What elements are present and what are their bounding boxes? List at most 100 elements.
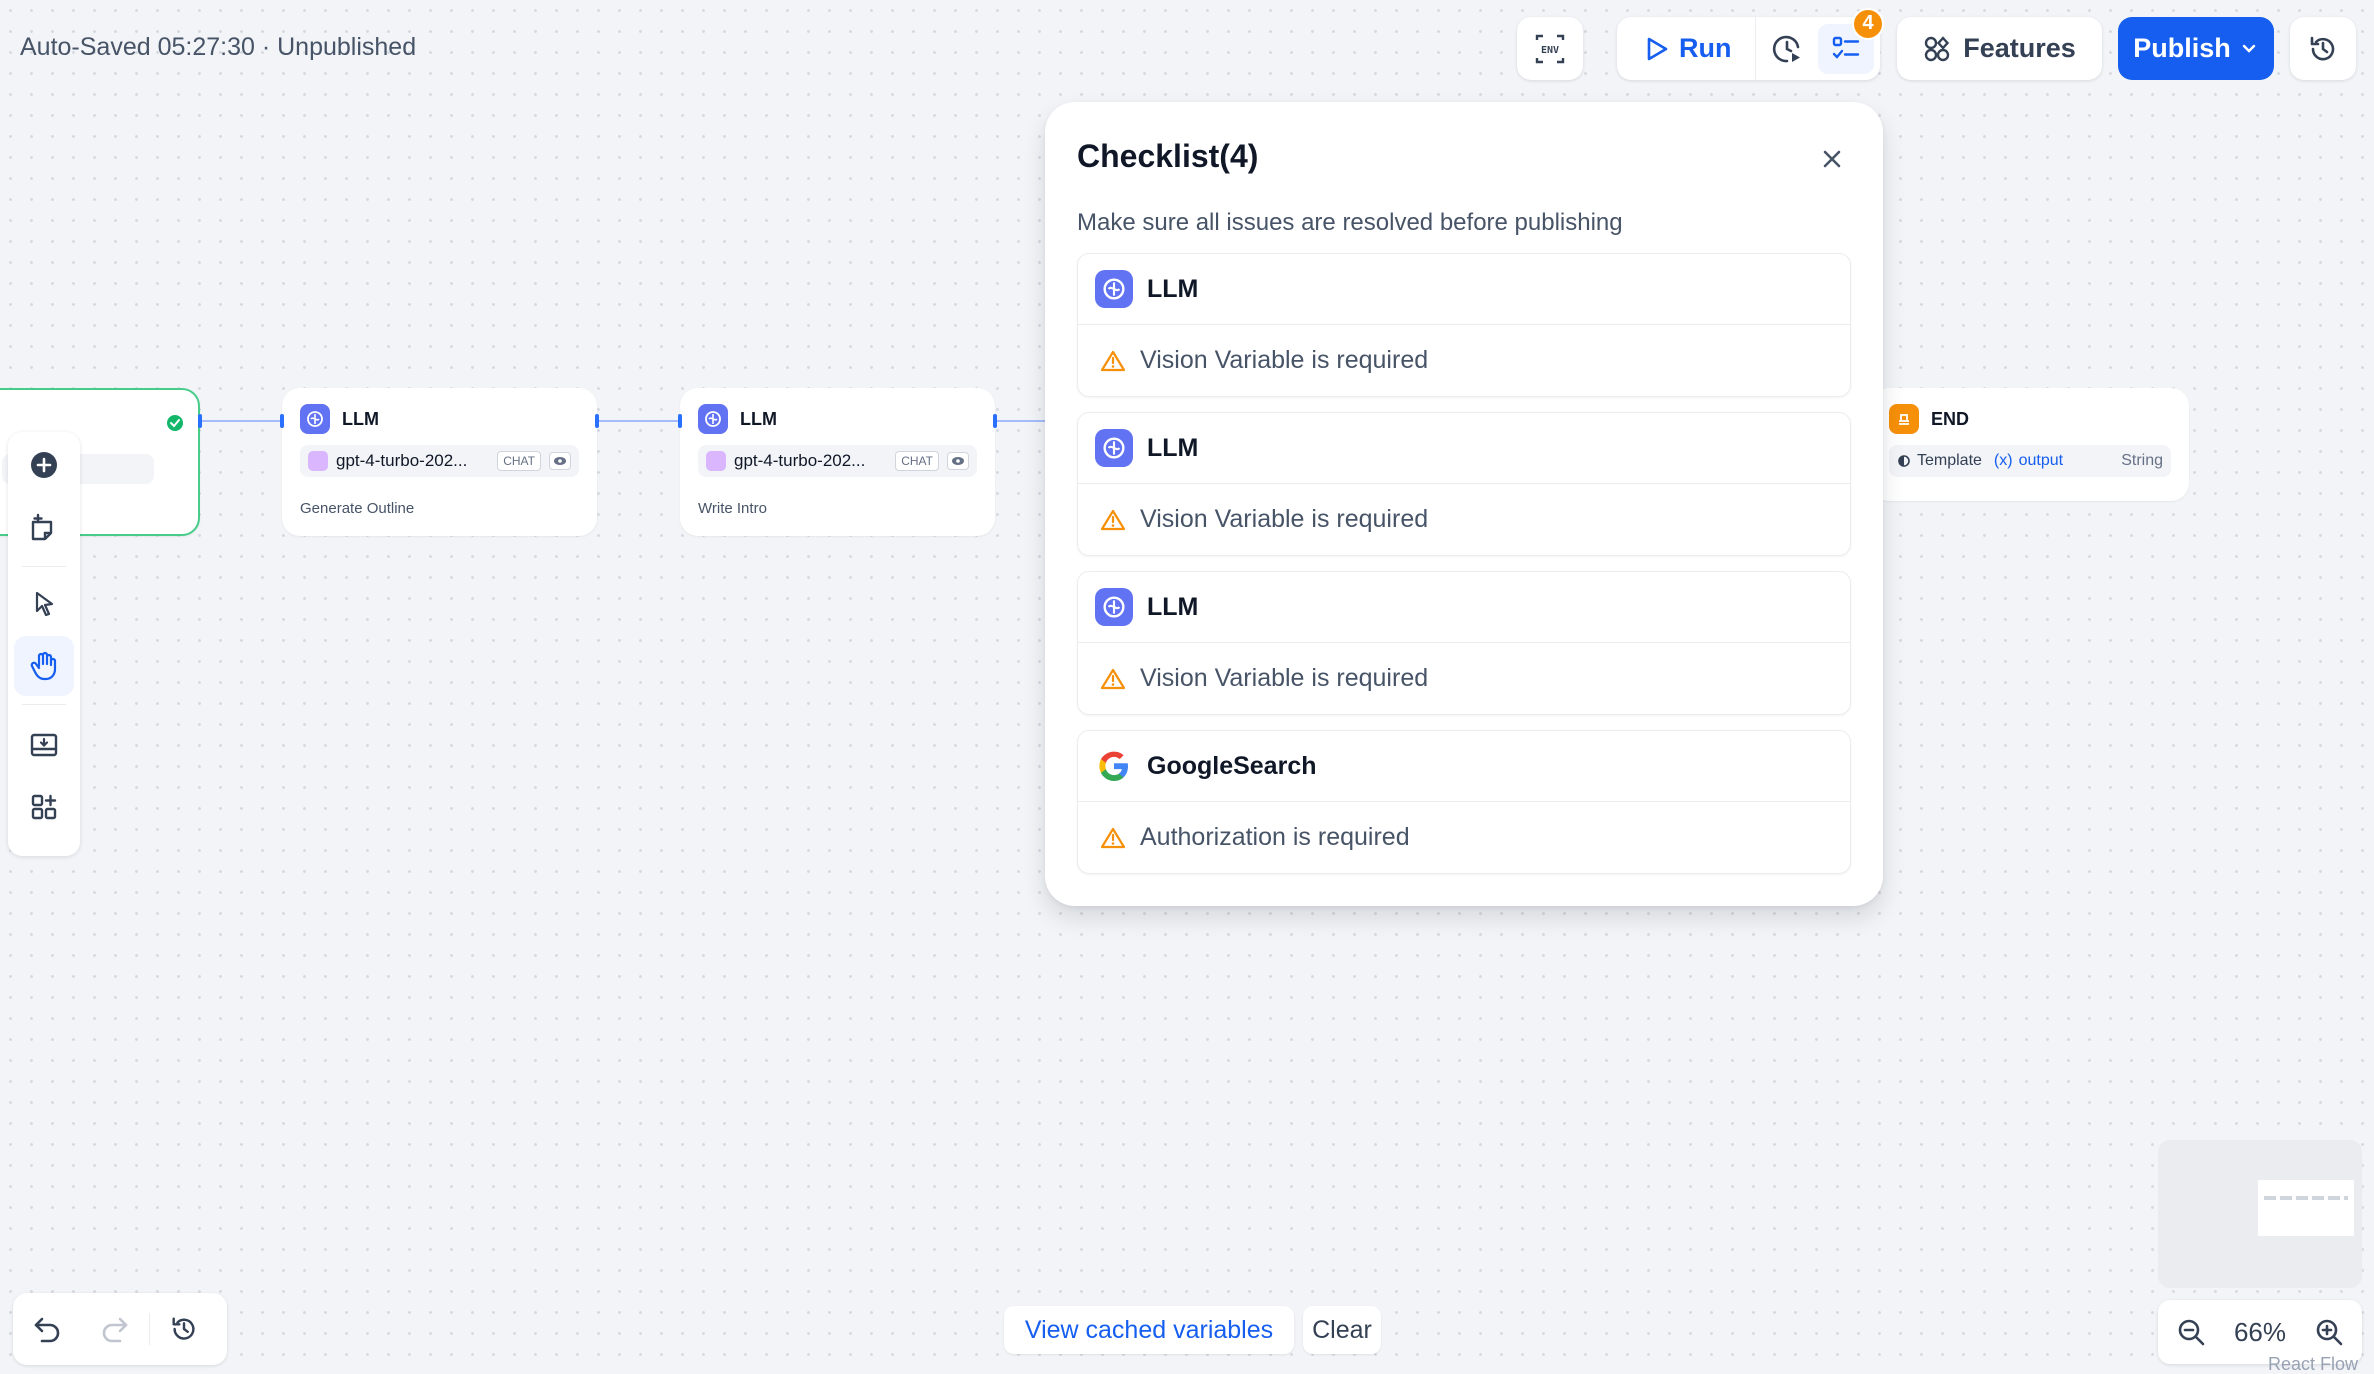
checklist-icon: [1832, 36, 1860, 59]
checklist-item[interactable]: LLM Vision Variable is required: [1077, 571, 1851, 715]
add-note-button[interactable]: [14, 498, 74, 558]
output-handle[interactable]: [198, 414, 202, 428]
model-selector[interactable]: gpt-4-turbo-202... CHAT: [698, 445, 977, 477]
llm-icon: [1095, 270, 1133, 308]
history-icon: [2310, 36, 2335, 60]
checklist-item[interactable]: GoogleSearch Authorization is required: [1077, 730, 1851, 874]
edge: [597, 420, 679, 422]
version-history-button[interactable]: [2290, 17, 2356, 80]
llm-node-generate-outline[interactable]: LLM gpt-4-turbo-202... CHAT Generate Out…: [282, 388, 597, 536]
llm-icon: [300, 404, 330, 434]
redo-icon: [102, 1317, 128, 1343]
image-export-icon: [30, 733, 58, 757]
checklist-item-name: LLM: [1147, 592, 1199, 621]
llm-node-write-intro[interactable]: LLM gpt-4-turbo-202... CHAT Write Intro: [680, 388, 995, 536]
warning-icon: [1100, 827, 1126, 848]
close-button[interactable]: [1815, 142, 1849, 176]
toolbar-divider: [22, 566, 66, 567]
pointer-mode-button[interactable]: [14, 574, 74, 634]
publish-button[interactable]: Publish: [2118, 17, 2274, 80]
checklist-item-message: Vision Variable is required: [1140, 664, 1429, 692]
plus-circle-icon: [31, 452, 57, 478]
input-handle[interactable]: [280, 414, 284, 428]
output-handle[interactable]: [993, 414, 997, 428]
checklist-item-message: Authorization is required: [1140, 823, 1410, 851]
close-icon: [1823, 150, 1841, 168]
change-history-button[interactable]: [150, 1293, 218, 1365]
output-variable-row: Template (x) output String: [1889, 445, 2171, 477]
react-flow-attribution[interactable]: React Flow: [2268, 1354, 2358, 1374]
checklist-item[interactable]: LLM Vision Variable is required: [1077, 253, 1851, 397]
cursor-icon: [35, 591, 54, 617]
undo-button[interactable]: [13, 1293, 81, 1365]
zoom-out-icon: [2178, 1319, 2205, 1346]
add-node-button[interactable]: [14, 435, 74, 495]
canvas-toolbar: [8, 432, 80, 856]
end-node[interactable]: END Template (x) output String: [1871, 388, 2189, 501]
features-label: Features: [1963, 33, 2076, 63]
history-icon: [172, 1317, 195, 1340]
run-button[interactable]: Run: [1617, 17, 1757, 80]
template-icon: [1898, 455, 1910, 467]
checklist-item-name: LLM: [1147, 433, 1199, 462]
output-handle[interactable]: [595, 414, 599, 428]
node-description: Write Intro: [698, 500, 767, 517]
end-icon: [1889, 404, 1919, 434]
features-icon: [1925, 35, 1950, 61]
export-image-button[interactable]: [14, 715, 74, 775]
input-handle[interactable]: [678, 414, 682, 428]
undo-icon: [34, 1317, 60, 1343]
google-icon: [1099, 751, 1128, 781]
zoom-level[interactable]: 66%: [2234, 1317, 2286, 1348]
chevron-down-icon: [2242, 44, 2255, 53]
env-icon: ENV: [1535, 34, 1565, 63]
undo-redo-bar: [13, 1293, 227, 1365]
variable-source: Template: [1917, 452, 1982, 469]
model-mode-tag: CHAT: [497, 451, 541, 471]
node-title: LLM: [342, 408, 379, 429]
env-button[interactable]: ENV: [1517, 17, 1583, 80]
toolbar-divider: [22, 704, 66, 705]
play-icon: [1647, 37, 1668, 60]
run-group: Run 4: [1617, 7, 1884, 80]
grid-plus-icon: [31, 794, 57, 820]
clock-play-icon: [1773, 35, 1801, 62]
model-name: gpt-4-turbo-202...: [336, 451, 468, 470]
variable-prefix: (x): [1993, 452, 2013, 469]
model-provider-icon: [308, 451, 328, 471]
checklist-item-name: LLM: [1147, 274, 1199, 303]
success-check-icon: [167, 415, 183, 431]
edge: [995, 420, 1045, 422]
zoom-in-button[interactable]: [2314, 1317, 2344, 1347]
checklist-title: Checklist(4): [1077, 138, 1259, 174]
checklist-count-badge: 4: [1852, 7, 1884, 40]
svg-text:ENV: ENV: [1541, 45, 1559, 56]
checklist-item[interactable]: LLM Vision Variable is required: [1077, 412, 1851, 556]
view-cached-variables-button[interactable]: View cached variables: [1004, 1306, 1294, 1354]
note-add-icon: [31, 513, 53, 541]
node-title: LLM: [740, 408, 777, 429]
model-selector[interactable]: gpt-4-turbo-202... CHAT: [300, 445, 579, 477]
zoom-in-icon: [2316, 1319, 2343, 1346]
minimap-viewport[interactable]: [2258, 1180, 2354, 1236]
run-history-button[interactable]: [1756, 17, 1818, 80]
checklist-item-name: GoogleSearch: [1147, 751, 1317, 780]
llm-icon: [1095, 429, 1133, 467]
edge: [200, 420, 282, 422]
llm-icon: [698, 404, 728, 434]
features-button[interactable]: Features: [1897, 17, 2102, 80]
redo-button[interactable]: [81, 1293, 149, 1365]
warning-icon: [1100, 350, 1126, 371]
checklist-item-message: Vision Variable is required: [1140, 346, 1429, 374]
llm-icon: [1095, 588, 1133, 626]
minimap[interactable]: [2158, 1140, 2362, 1288]
checklist-button[interactable]: 4: [1818, 7, 1884, 74]
clear-button[interactable]: Clear: [1303, 1306, 1381, 1354]
minimap-nodes: [2264, 1196, 2348, 1200]
publish-label: Publish: [2133, 33, 2231, 63]
hand-mode-button[interactable]: [14, 636, 74, 696]
zoom-out-button[interactable]: [2176, 1317, 2206, 1347]
model-name: gpt-4-turbo-202...: [734, 451, 866, 470]
organize-blocks-button[interactable]: [14, 777, 74, 837]
node-description: Generate Outline: [300, 500, 415, 517]
